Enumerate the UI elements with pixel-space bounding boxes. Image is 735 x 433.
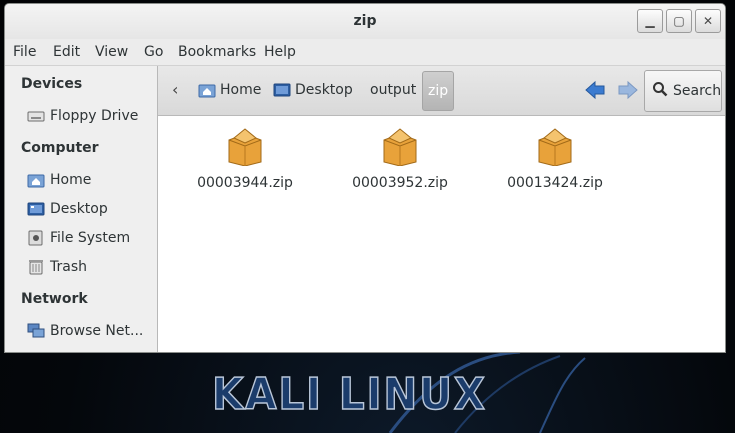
crumb-label: Desktop bbox=[295, 82, 353, 98]
kali-linux-logo: KALI LINUX bbox=[211, 368, 487, 421]
zip-archive-icon bbox=[536, 126, 574, 167]
crumb-label: output bbox=[370, 82, 417, 98]
crumb-output[interactable]: output bbox=[370, 78, 416, 102]
sidebar-item-floppy-drive[interactable]: Floppy Drive bbox=[27, 105, 157, 127]
file-name: 00013424.zip bbox=[507, 175, 603, 191]
sidebar-item-label: Desktop bbox=[50, 201, 108, 217]
sidebar-item-trash[interactable]: Trash bbox=[27, 256, 157, 278]
file-view: 00003944.zip 00003952.zip 00013424.zip bbox=[158, 116, 725, 352]
desktop-folder-icon bbox=[273, 82, 291, 98]
menu-go[interactable]: Go bbox=[144, 44, 163, 60]
file-manager-window: zip ▁ ▢ ✕ File Edit View Go Bookmarks He… bbox=[4, 3, 726, 353]
file-item[interactable]: 00013424.zip bbox=[493, 126, 617, 206]
maximize-button[interactable]: ▢ bbox=[666, 9, 692, 33]
search-label: Search bbox=[673, 83, 722, 99]
sidebar-item-file-system[interactable]: File System bbox=[27, 227, 157, 249]
sidebar-item-label: Trash bbox=[50, 259, 87, 275]
crumb-home[interactable]: Home bbox=[198, 78, 261, 102]
menu-file[interactable]: File bbox=[13, 44, 36, 60]
sidebar-heading-network: Network bbox=[21, 291, 88, 307]
pathbar-back-chevron-icon[interactable]: ‹ bbox=[172, 80, 178, 99]
places-sidebar: Devices Floppy Drive Computer Home Deskt… bbox=[5, 66, 158, 352]
sidebar-item-browse-network[interactable]: Browse Net... bbox=[27, 320, 157, 342]
path-toolbar: ‹ Home Desktop output zip Search bbox=[158, 66, 725, 116]
file-name: 00003952.zip bbox=[352, 175, 448, 191]
sidebar-heading-devices: Devices bbox=[21, 76, 83, 92]
back-arrow-icon[interactable] bbox=[584, 80, 606, 100]
zip-archive-icon bbox=[381, 126, 419, 167]
search-icon bbox=[652, 81, 668, 101]
file-system-icon bbox=[27, 230, 45, 246]
crumb-label: zip bbox=[428, 83, 449, 99]
trash-icon bbox=[27, 259, 45, 275]
file-item[interactable]: 00003952.zip bbox=[338, 126, 462, 206]
crumb-zip[interactable]: zip bbox=[422, 71, 455, 111]
sidebar-heading-computer: Computer bbox=[21, 140, 99, 156]
minimize-button[interactable]: ▁ bbox=[637, 9, 663, 33]
menu-view[interactable]: View bbox=[95, 44, 128, 60]
menu-edit[interactable]: Edit bbox=[53, 44, 80, 60]
desktop-folder-icon bbox=[27, 201, 45, 217]
menu-bar: File Edit View Go Bookmarks Help bbox=[5, 39, 725, 66]
sidebar-item-desktop[interactable]: Desktop bbox=[27, 198, 157, 220]
sidebar-item-label: File System bbox=[50, 230, 131, 246]
file-name: 00003944.zip bbox=[197, 175, 293, 191]
menu-help[interactable]: Help bbox=[264, 44, 296, 60]
sidebar-item-home[interactable]: Home bbox=[27, 169, 157, 191]
sidebar-item-label: Floppy Drive bbox=[50, 108, 139, 124]
floppy-drive-icon bbox=[27, 108, 45, 124]
network-icon bbox=[27, 323, 45, 339]
search-button[interactable]: Search bbox=[644, 70, 722, 112]
menu-bookmarks[interactable]: Bookmarks bbox=[178, 44, 256, 60]
home-folder-icon bbox=[198, 82, 216, 98]
window-title: zip bbox=[353, 13, 377, 29]
title-bar[interactable]: zip ▁ ▢ ✕ bbox=[5, 4, 725, 39]
crumb-desktop[interactable]: Desktop bbox=[273, 78, 353, 102]
close-button[interactable]: ✕ bbox=[695, 9, 721, 33]
sidebar-item-label: Browse Net... bbox=[50, 323, 144, 339]
forward-arrow-icon[interactable] bbox=[617, 80, 639, 100]
home-folder-icon bbox=[27, 172, 45, 188]
sidebar-item-label: Home bbox=[50, 172, 92, 188]
crumb-label: Home bbox=[220, 82, 262, 98]
file-item[interactable]: 00003944.zip bbox=[183, 126, 307, 206]
zip-archive-icon bbox=[226, 126, 264, 167]
